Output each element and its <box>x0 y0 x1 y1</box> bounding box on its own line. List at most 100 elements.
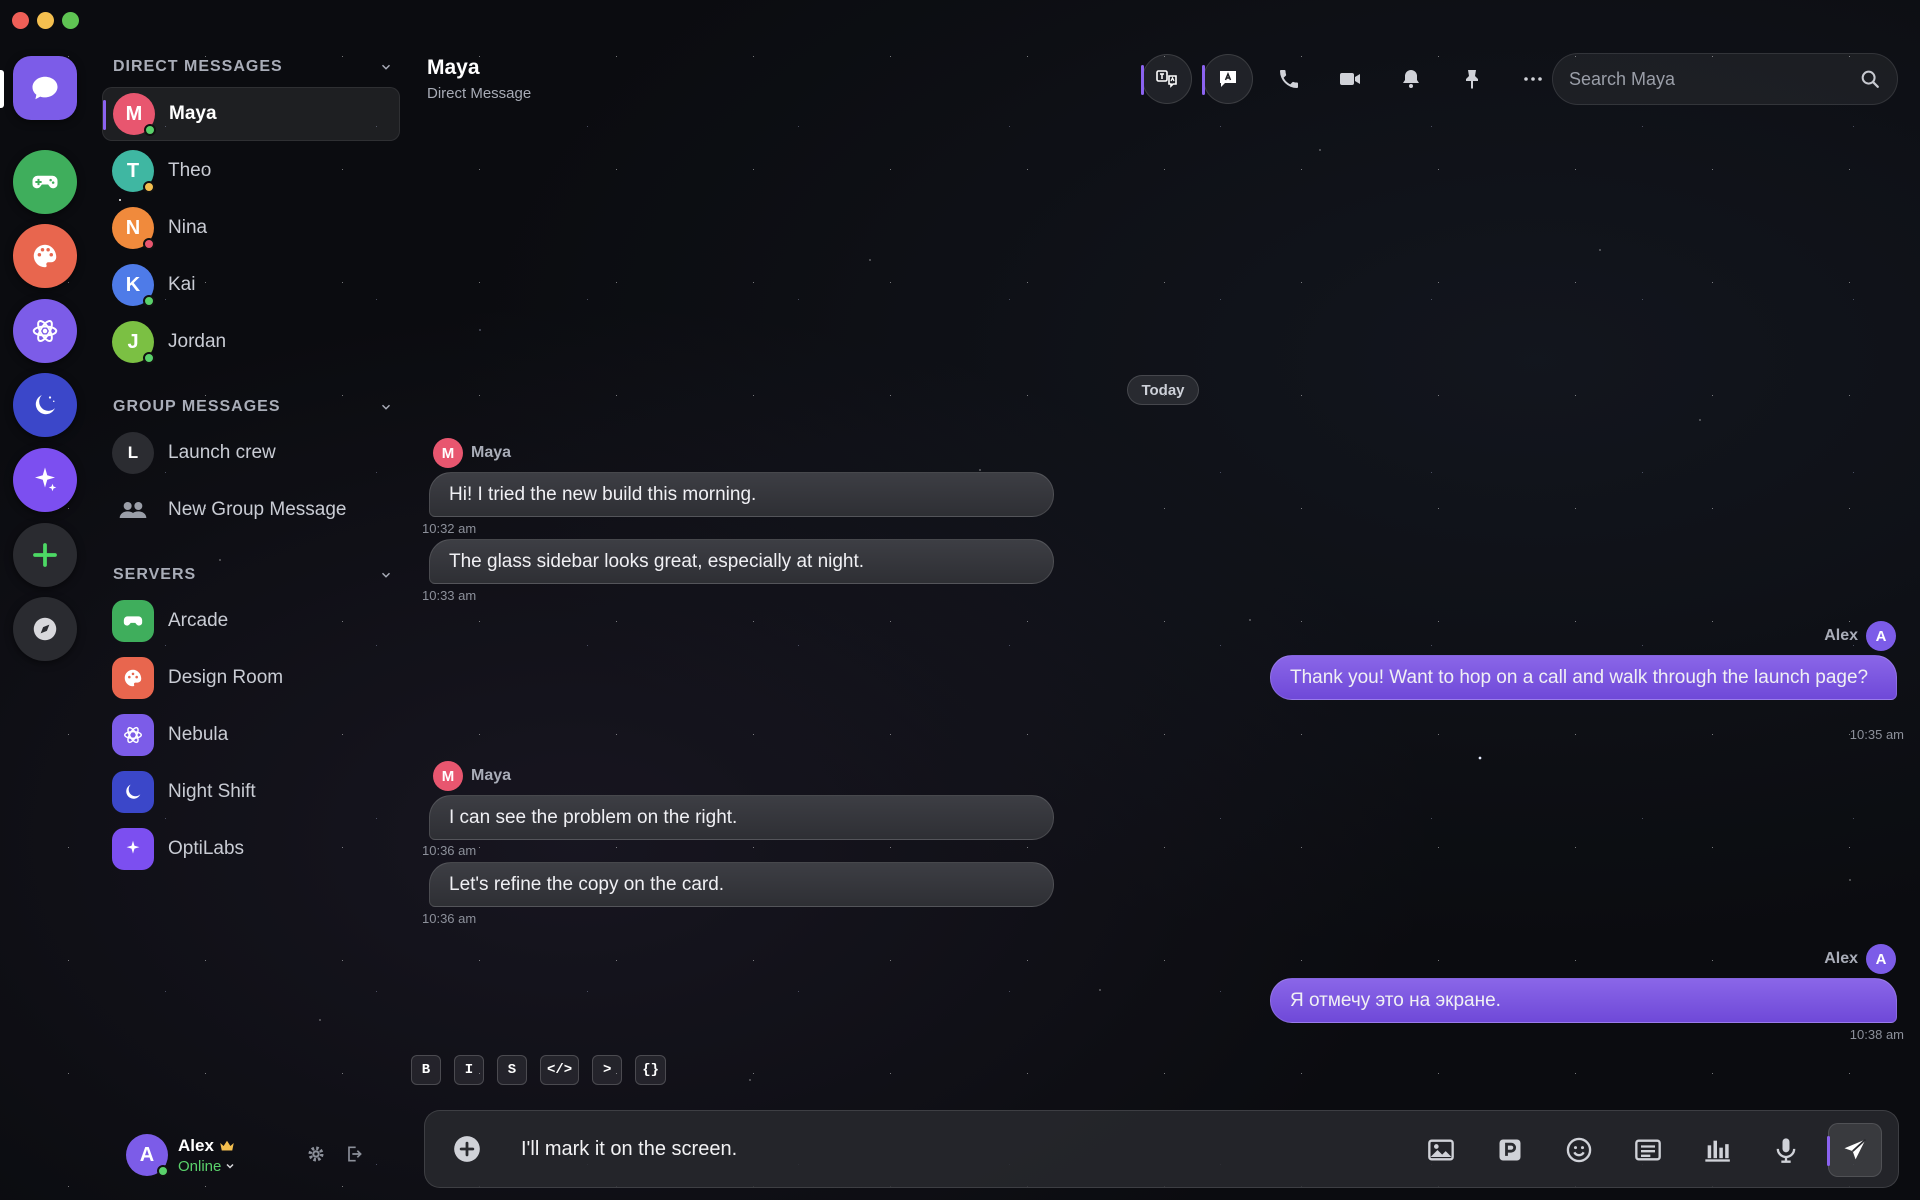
message-bubble[interactable]: I can see the problem on the right. <box>429 795 1054 840</box>
strikethrough-button[interactable]: S <box>497 1055 527 1085</box>
microphone-icon <box>1776 1138 1796 1163</box>
window-controls <box>12 12 79 29</box>
server-item-night-shift[interactable]: Night Shift <box>102 765 400 819</box>
server-name: Arcade <box>168 610 229 631</box>
dm-item-nina[interactable]: N Nina <box>102 201 400 255</box>
group-messages-header[interactable]: GROUP MESSAGES <box>113 398 393 416</box>
close-window-button[interactable] <box>12 12 29 29</box>
voice-message-button[interactable] <box>1759 1123 1813 1177</box>
rail-server-night-shift[interactable] <box>13 373 77 437</box>
chat-subtitle: Direct Message <box>427 85 532 102</box>
sender-avatar: M <box>433 438 463 468</box>
dm-item-theo[interactable]: T Theo <box>102 144 400 198</box>
inline-code-button[interactable]: </> <box>540 1055 580 1085</box>
rail-server-nebula[interactable] <box>13 299 77 363</box>
avatar: T <box>112 150 155 193</box>
message-timestamp: 10:35 am <box>1849 727 1904 742</box>
more-options-button[interactable] <box>1508 54 1558 104</box>
sender-name: Alex <box>1824 950 1858 967</box>
minimize-window-button[interactable] <box>37 12 54 29</box>
pin-icon <box>1466 70 1478 89</box>
sender-name: Alex <box>1824 627 1858 644</box>
servers-header[interactable]: SERVERS <box>113 566 393 584</box>
new-group-message-button[interactable]: New Group Message <box>102 483 400 537</box>
server-item-arcade[interactable]: Arcade <box>102 594 400 648</box>
message-bubble[interactable]: Let's refine the copy on the card. <box>429 862 1054 907</box>
parking-button[interactable] <box>1483 1123 1537 1177</box>
dm-item-maya[interactable]: M Maya <box>102 87 400 141</box>
message-timestamp: 10:36 am <box>422 843 477 858</box>
video-call-button[interactable] <box>1325 54 1375 104</box>
zoom-window-button[interactable] <box>62 12 79 29</box>
italic-button[interactable]: I <box>454 1055 484 1085</box>
emoji-button[interactable] <box>1552 1123 1606 1177</box>
formatting-toolbar: B I S </> > {} <box>411 1055 667 1085</box>
sender-avatar: A <box>1866 944 1896 974</box>
bell-icon <box>1403 70 1419 88</box>
send-button[interactable] <box>1827 1123 1882 1177</box>
auto-translate-button[interactable] <box>1202 54 1253 104</box>
presence-indicator <box>143 181 155 193</box>
card-button[interactable] <box>1621 1123 1675 1177</box>
user-avatar[interactable]: A <box>126 1134 169 1177</box>
presence-indicator <box>143 352 155 364</box>
group-item-launch-crew[interactable]: L Launch crew <box>102 426 400 480</box>
server-item-design-room[interactable]: Design Room <box>102 651 400 705</box>
sender-avatar: M <box>433 761 463 791</box>
message-timestamp: 10:32 am <box>422 521 477 536</box>
code-block-button[interactable]: {} <box>635 1055 667 1085</box>
palette-icon <box>124 669 142 687</box>
server-rail <box>0 0 92 1200</box>
server-item-nebula[interactable]: Nebula <box>102 708 400 762</box>
explore-servers-button[interactable] <box>13 597 77 661</box>
moon-icon <box>35 395 55 415</box>
bold-button[interactable]: B <box>411 1055 441 1085</box>
avatar: J <box>112 321 155 364</box>
message-input[interactable] <box>521 1137 1321 1161</box>
message-timestamp: 10:33 am <box>422 588 477 603</box>
rail-server-arcade[interactable] <box>13 150 77 214</box>
group-name: New Group Message <box>168 499 347 520</box>
add-server-button[interactable] <box>13 523 77 587</box>
rail-server-optilabs[interactable] <box>13 448 77 512</box>
message-bubble[interactable]: Hi! I tried the new build this morning. <box>429 472 1054 517</box>
chevron-down-icon <box>381 64 391 70</box>
message-bubble[interactable]: Я отмечу это на экране. <box>1270 978 1897 1023</box>
search-icon[interactable] <box>1859 68 1881 90</box>
poll-button[interactable] <box>1690 1123 1744 1177</box>
direct-messages-header[interactable]: DIRECT MESSAGES <box>113 58 393 76</box>
gear-icon[interactable] <box>306 1144 326 1164</box>
translate-button[interactable] <box>1141 54 1192 104</box>
server-item-optilabs[interactable]: OptiLabs <box>102 822 400 876</box>
dm-item-jordan[interactable]: J Jordan <box>102 315 400 369</box>
logout-icon[interactable] <box>344 1144 364 1164</box>
image-button[interactable] <box>1414 1123 1468 1177</box>
group-messages-title: GROUP MESSAGES <box>113 398 281 415</box>
dm-item-kai[interactable]: K Kai <box>102 258 400 312</box>
pinned-button[interactable] <box>1447 54 1497 104</box>
status-selector[interactable]: Online <box>178 1158 236 1175</box>
search-input[interactable] <box>1569 68 1859 90</box>
compass-icon <box>33 617 57 641</box>
rail-server-design-room[interactable] <box>13 224 77 288</box>
call-button[interactable] <box>1264 54 1314 104</box>
add-attachment-icon[interactable] <box>453 1135 481 1163</box>
message-bubble[interactable]: Thank you! Want to hop on a call and wal… <box>1270 655 1897 700</box>
user-name: Alex <box>178 1135 214 1155</box>
message-sender: Alex A <box>1824 621 1896 651</box>
translate-icon <box>1156 70 1177 88</box>
rail-direct-messages[interactable] <box>13 56 77 120</box>
quote-button[interactable]: > <box>592 1055 623 1085</box>
avatar-initial: A <box>139 1143 155 1166</box>
chat-bubble-icon <box>32 76 58 100</box>
channel-sidebar: DIRECT MESSAGES M Maya T Theo N Nina K K… <box>100 50 400 1150</box>
chevron-down-icon <box>381 572 391 578</box>
avatar-initial: T <box>126 159 140 182</box>
notifications-button[interactable] <box>1386 54 1436 104</box>
header-toolbar <box>1141 54 1569 104</box>
people-icon <box>119 502 147 518</box>
search-box[interactable] <box>1552 53 1898 105</box>
server-name: Night Shift <box>168 781 256 802</box>
message-bubble[interactable]: The glass sidebar looks great, especiall… <box>429 539 1054 584</box>
crown-icon <box>220 1140 234 1150</box>
